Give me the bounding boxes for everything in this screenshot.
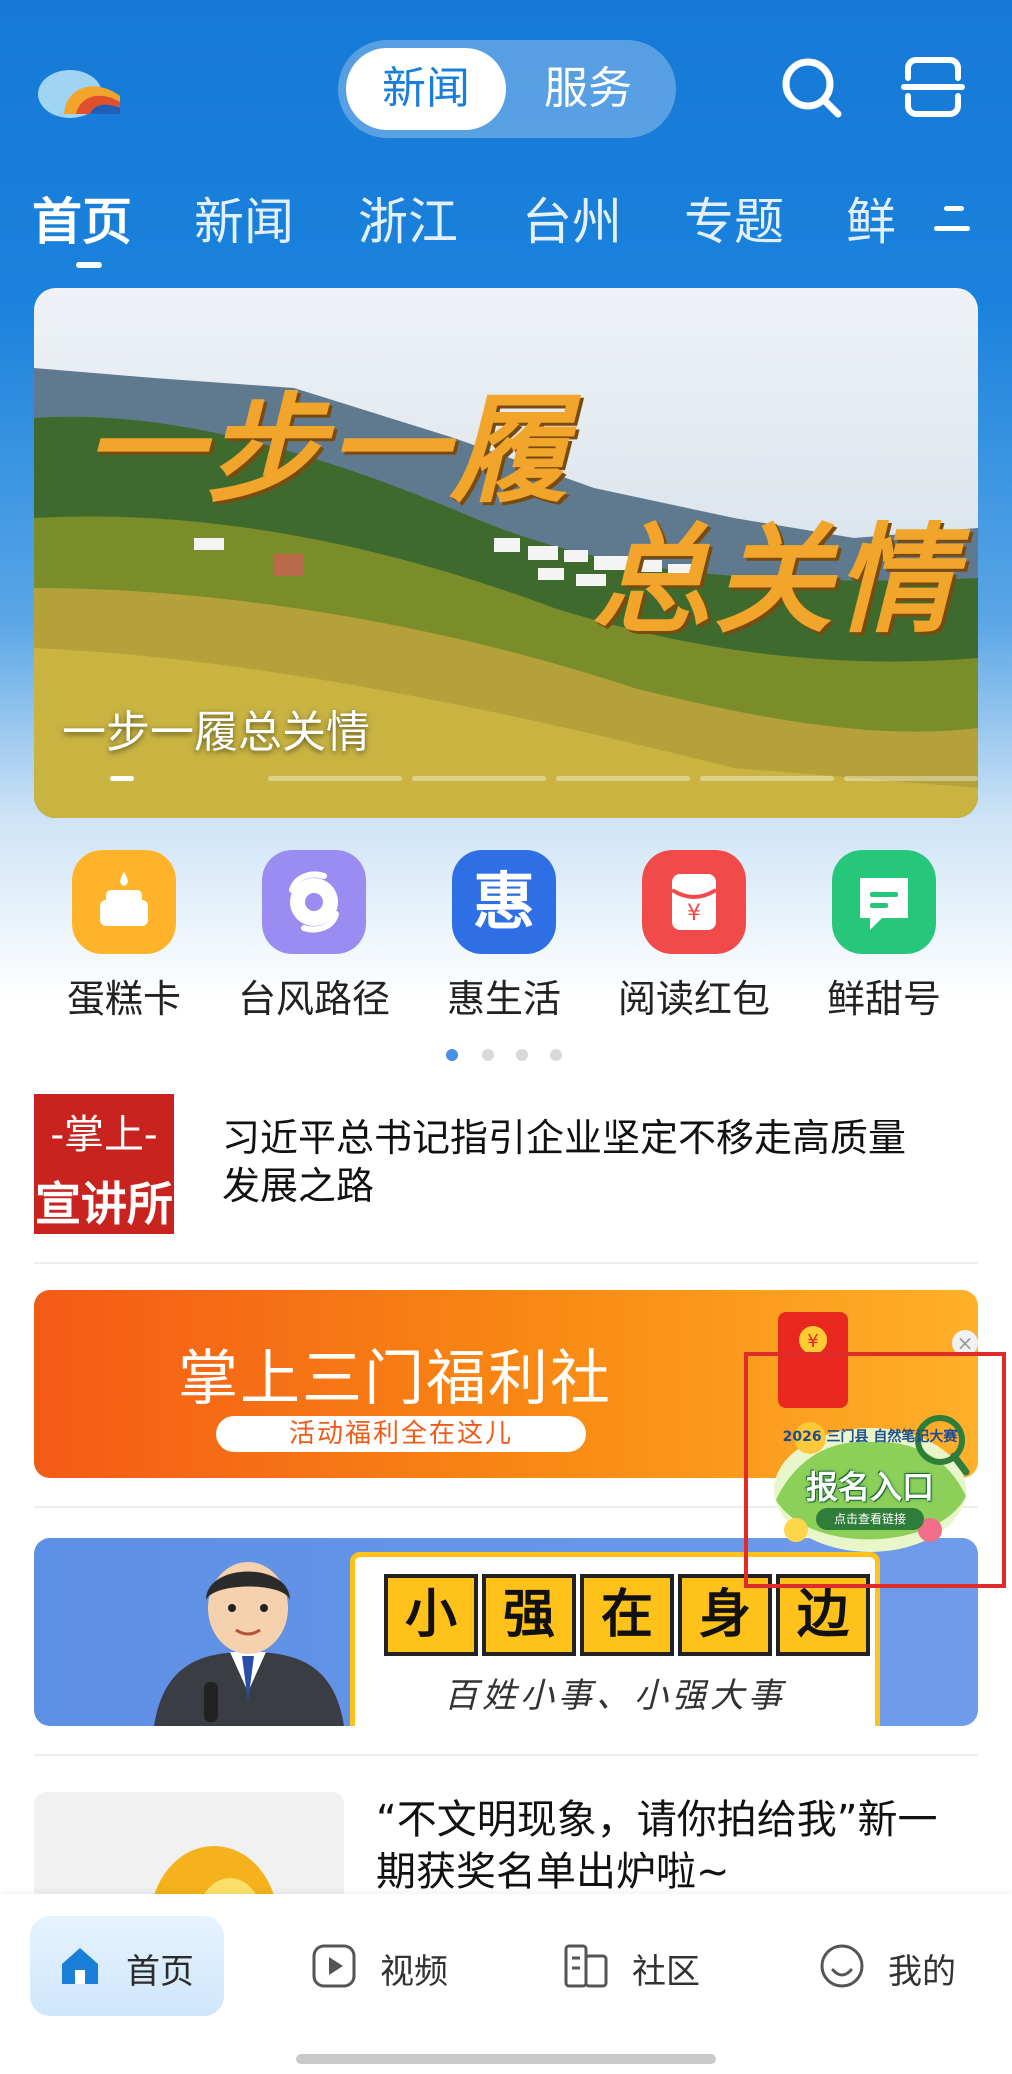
tab-zhejiang[interactable]: 浙江 [358, 186, 458, 258]
quick-label: 惠生活 [446, 977, 561, 1021]
tab-home[interactable]: 首页 [32, 186, 132, 258]
ad-subtitle: 活动福利全在这儿 [216, 1416, 586, 1452]
quick-typhoon-path[interactable]: 台风路径 [224, 850, 404, 1021]
tab-news[interactable]: 新闻 [194, 186, 294, 258]
message-icon [832, 850, 936, 954]
page-dot[interactable] [550, 1049, 562, 1061]
highlight-frame [744, 1352, 1006, 1588]
banner-dot[interactable] [844, 776, 978, 781]
news-title: 习近平总书记指引企业坚定不移走高质量发展之路 [222, 1116, 907, 1208]
banner-headline-line1: 一步一履 [84, 380, 573, 519]
nav-profile[interactable]: 我的 [816, 1916, 976, 2016]
banner-dot[interactable] [412, 776, 546, 781]
content-service-switch: 新闻 服务 [338, 40, 676, 138]
quick-actions: 蛋糕卡 台风路径 惠 惠生活 ¥ 阅读红包 鲜甜号 [0, 850, 1012, 1021]
typhoon-icon [262, 850, 366, 954]
svg-text:¥: ¥ [687, 901, 701, 926]
hui-glyph: 惠 [472, 865, 535, 938]
segment-news[interactable]: 新闻 [346, 48, 506, 130]
banner-headline: 一步一履 总关情 [64, 344, 964, 649]
nav-label: 我的 [888, 1952, 956, 1992]
tab-xian[interactable]: 鲜 [846, 186, 896, 258]
page-dot[interactable] [446, 1049, 458, 1061]
title-tile: 小 [384, 1574, 478, 1656]
badge-line2: 宣讲所 [35, 1177, 173, 1231]
hui-icon: 惠 [452, 850, 556, 954]
quick-label: 阅读红包 [617, 977, 770, 1021]
bottom-navigation: 首页 视频 社区 我的 [0, 1894, 1012, 2074]
page-dot[interactable] [482, 1049, 494, 1061]
community-icon [564, 1944, 608, 1988]
quick-label: 鲜甜号 [826, 977, 941, 1021]
title-tile: 在 [580, 1574, 674, 1656]
search-icon[interactable] [778, 54, 846, 122]
badge-line1: -掌上- [50, 1112, 158, 1158]
nav-video[interactable]: 视频 [306, 1916, 466, 2016]
banner-dot[interactable] [110, 776, 134, 781]
cake-icon [72, 850, 176, 954]
hero-banner[interactable]: 一步一履 总关情 一步一履总关情 [34, 288, 978, 818]
banner-headline-line2: 总关情 [592, 510, 959, 649]
divider [34, 1262, 978, 1264]
banner-dot[interactable] [700, 776, 834, 781]
quick-reading-redpacket[interactable]: ¥ 阅读红包 [604, 850, 784, 1021]
title-tile: 强 [482, 1574, 576, 1656]
page-dot[interactable] [516, 1049, 528, 1061]
home-indicator[interactable] [296, 2054, 716, 2064]
nav-label: 视频 [380, 1952, 448, 1992]
news-thumbnail: -掌上- 宣讲所 [34, 1094, 174, 1234]
app-logo-icon[interactable] [36, 56, 122, 120]
channel-tabs: 首页 新闻 浙江 台州 专题 鲜 [0, 186, 1012, 268]
home-icon [62, 1948, 98, 1984]
ad-subtitle: 百姓小事、小强大事 [444, 1676, 786, 1716]
banner-caption: 一步一履总关情 [62, 707, 370, 758]
nav-home[interactable]: 首页 [30, 1916, 224, 2016]
top-bar: 新闻 服务 [0, 0, 1012, 180]
quick-actions-pagination [0, 1049, 1012, 1063]
channel-menu-icon[interactable] [932, 204, 972, 234]
banner-dot[interactable] [268, 776, 402, 781]
quick-cake-card[interactable]: 蛋糕卡 [34, 850, 214, 1021]
news-item[interactable]: -掌上- 宣讲所 习近平总书记指引企业坚定不移走高质量发展之路 [0, 1080, 1012, 1260]
nav-label: 社区 [632, 1952, 700, 1992]
active-tab-indicator [76, 262, 102, 268]
video-icon [312, 1944, 356, 1988]
red-envelope-icon: ¥ [642, 850, 746, 954]
news-item[interactable]: “不文明现象，请你拍给我”新一期获奖名单出炉啦~ [0, 1760, 1012, 1932]
tab-topics[interactable]: 专题 [684, 186, 784, 258]
quick-xiantian[interactable]: 鲜甜号 [794, 850, 974, 1021]
banner-pagination [80, 776, 978, 782]
nav-label: 首页 [126, 1952, 194, 1992]
svg-text:¥: ¥ [807, 1331, 818, 1352]
banner-dot[interactable] [556, 776, 690, 781]
divider [34, 1754, 978, 1756]
nav-community[interactable]: 社区 [560, 1916, 720, 2016]
quick-label: 台风路径 [237, 977, 390, 1021]
ad-title: 掌上三门福利社 [178, 1344, 612, 1414]
news-title: “不文明现象，请你拍给我”新一期获奖名单出炉啦~ [376, 1797, 938, 1895]
segment-service[interactable]: 服务 [508, 48, 668, 130]
presenter-illustration [154, 1562, 344, 1726]
scan-icon[interactable] [900, 54, 966, 120]
profile-icon [820, 1944, 864, 1988]
tab-taizhou[interactable]: 台州 [522, 186, 622, 258]
quick-hui-life[interactable]: 惠 惠生活 [414, 850, 594, 1021]
quick-label: 蛋糕卡 [66, 977, 181, 1021]
